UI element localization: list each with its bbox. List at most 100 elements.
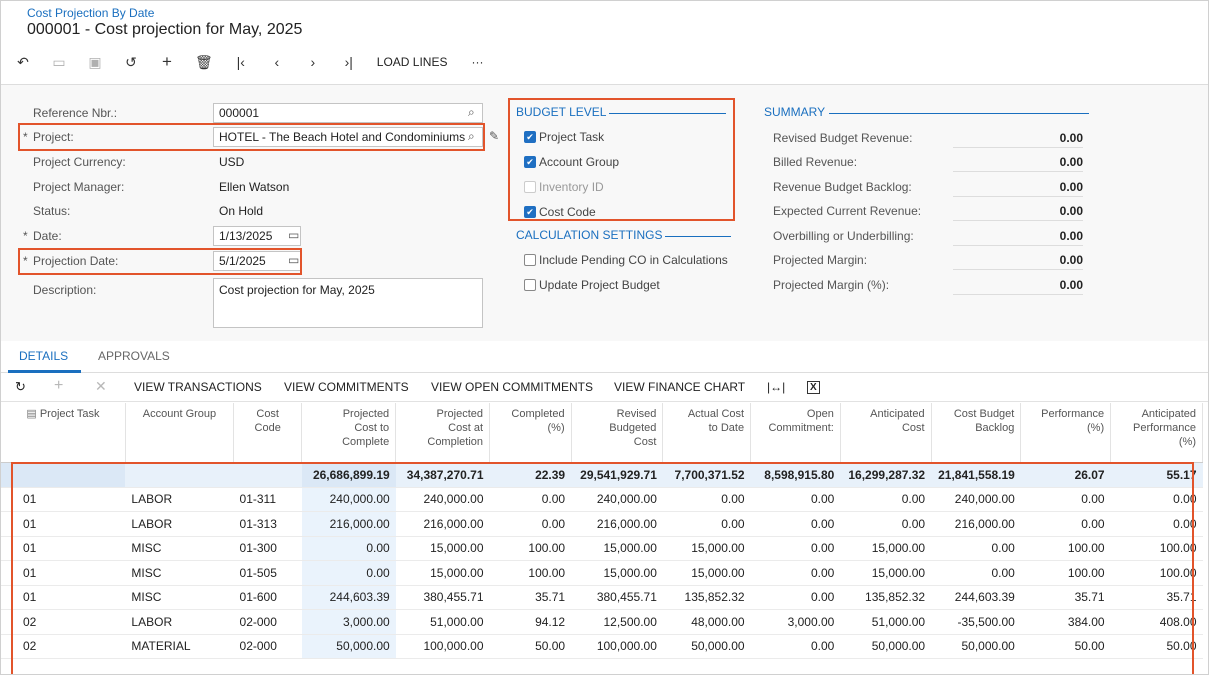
first-record-icon[interactable]: |‹: [233, 52, 249, 72]
reference-nbr-field[interactable]: 000001: [213, 103, 483, 123]
grid-cell[interactable]: 35.71: [489, 585, 572, 610]
refresh-icon[interactable]: ↻: [15, 379, 26, 395]
grid-cell[interactable]: 240,000.00: [395, 487, 490, 512]
grid-cell[interactable]: 15,000.00: [662, 536, 751, 561]
grid-cell[interactable]: 01: [1, 487, 126, 512]
grid-cell[interactable]: 100.00: [1020, 536, 1111, 561]
add-row-icon[interactable]: +: [54, 377, 63, 395]
grid-cell[interactable]: 240,000.00: [931, 487, 1021, 512]
grid-cell[interactable]: 02-000: [233, 609, 302, 635]
grid-cell[interactable]: 0.00: [750, 536, 841, 561]
delete-icon[interactable]: 🗑: [195, 52, 213, 72]
grid-cell[interactable]: 100.00: [1110, 560, 1203, 586]
grid-cell[interactable]: 34,387,270.71: [395, 462, 490, 488]
view-commitments-button[interactable]: VIEW COMMITMENTS: [284, 380, 409, 394]
grid-cell[interactable]: [1, 462, 126, 488]
search-icon[interactable]: ⌕: [468, 105, 475, 120]
add-icon[interactable]: +: [159, 52, 175, 72]
grid-cell[interactable]: [233, 462, 302, 488]
grid-cell[interactable]: 35.71: [1020, 585, 1111, 610]
grid-cell[interactable]: LABOR: [125, 511, 234, 537]
save-close-icon[interactable]: ▭: [51, 52, 67, 72]
grid-cell[interactable]: 16,299,287.32: [840, 462, 932, 488]
grid-cell[interactable]: 02: [1, 634, 126, 659]
grid-cell[interactable]: 8,598,915.80: [750, 462, 841, 488]
grid-cell[interactable]: 240,000.00: [301, 487, 396, 512]
totals-row[interactable]: 26,686,899.19 34,387,270.71 22.39 29,541,92…: [1, 462, 1203, 488]
column-header[interactable]: Cost Code: [233, 403, 303, 463]
grid-cell[interactable]: 0.00: [662, 511, 751, 537]
grid-cell[interactable]: 384.00: [1020, 609, 1111, 635]
column-header[interactable]: Cost Budget Backlog: [931, 403, 1022, 463]
column-header[interactable]: Actual Cost to Date: [662, 403, 752, 463]
update-project-budget-checkbox[interactable]: Update Project Budget: [524, 278, 660, 292]
delete-row-icon[interactable]: ✕: [95, 378, 107, 395]
grid-cell[interactable]: 50,000.00: [301, 634, 396, 659]
grid-cell[interactable]: 01-313: [233, 511, 302, 537]
grid-cell[interactable]: 26,686,899.19: [301, 462, 396, 488]
grid-cell[interactable]: 380,455.71: [395, 585, 490, 610]
description-field[interactable]: Cost projection for May, 2025: [213, 278, 483, 328]
column-header[interactable]: Projected Cost to Complete: [301, 403, 397, 463]
grid-cell[interactable]: 0.00: [1020, 511, 1111, 537]
grid-cell[interactable]: MISC: [125, 560, 234, 586]
grid-cell[interactable]: 0.00: [1110, 487, 1203, 512]
grid-cell[interactable]: MISC: [125, 585, 234, 610]
grid-cell[interactable]: 0.00: [750, 634, 841, 659]
grid-cell[interactable]: 100.00: [1110, 536, 1203, 561]
more-menu-icon[interactable]: ···: [471, 55, 483, 69]
grid-cell[interactable]: MATERIAL: [125, 634, 234, 659]
grid-cell[interactable]: 50.00: [489, 634, 572, 659]
edit-pencil-icon[interactable]: ✎: [489, 129, 499, 143]
grid-cell[interactable]: 26.07: [1020, 462, 1111, 488]
grid-cell[interactable]: 244,603.39: [301, 585, 396, 610]
view-open-commitments-button[interactable]: VIEW OPEN COMMITMENTS: [431, 380, 593, 394]
grid-cell[interactable]: 100.00: [489, 536, 572, 561]
column-header[interactable]: Anticipated Performance (%): [1110, 403, 1203, 463]
column-header[interactable]: Performance (%): [1020, 403, 1112, 463]
grid-cell[interactable]: 100.00: [489, 560, 572, 586]
previous-record-icon[interactable]: ‹: [269, 52, 285, 72]
grid-cell[interactable]: 50,000.00: [840, 634, 932, 659]
grid-cell[interactable]: 15,000.00: [395, 536, 490, 561]
table-row[interactable]: 01 LABOR 01-311 240,000.00 240,000.00 0.00 240…: [1, 487, 1203, 512]
grid-cell[interactable]: 3,000.00: [301, 609, 396, 635]
tab-approvals[interactable]: APPROVALS: [98, 349, 170, 363]
grid-cell[interactable]: 408.00: [1110, 609, 1203, 635]
table-row[interactable]: 02 MATERIAL 02-000 50,000.00 100,000.00 50.00…: [1, 634, 1203, 659]
column-header[interactable]: Revised Budgeted Cost: [571, 403, 664, 463]
grid-cell[interactable]: 240,000.00: [571, 487, 663, 512]
grid-cell[interactable]: 50.00: [1020, 634, 1111, 659]
table-row[interactable]: 02 LABOR 02-000 3,000.00 51,000.00 94.12 12,50…: [1, 609, 1203, 635]
grid-cell[interactable]: 15,000.00: [395, 560, 490, 586]
grid-cell[interactable]: 216,000.00: [395, 511, 490, 537]
grid-cell[interactable]: 15,000.00: [571, 560, 663, 586]
grid-cell[interactable]: MISC: [125, 536, 234, 561]
grid-cell[interactable]: 244,603.39: [931, 585, 1021, 610]
grid-cell[interactable]: 135,852.32: [840, 585, 932, 610]
grid-cell[interactable]: 0.00: [662, 487, 751, 512]
grid-cell[interactable]: 0.00: [1110, 511, 1203, 537]
grid-cell[interactable]: 01: [1, 560, 126, 586]
grid-cell[interactable]: 01: [1, 536, 126, 561]
back-icon[interactable]: ↶: [15, 52, 31, 72]
load-lines-button[interactable]: LOAD LINES: [377, 55, 448, 69]
undo-icon[interactable]: ↺: [123, 52, 139, 72]
grid-cell[interactable]: 0.00: [489, 487, 572, 512]
grid-cell[interactable]: 01-311: [233, 487, 302, 512]
save-icon[interactable]: ▣: [87, 52, 103, 72]
grid-cell[interactable]: 48,000.00: [662, 609, 751, 635]
grid-cell[interactable]: 50,000.00: [662, 634, 751, 659]
column-header[interactable]: Anticipated Cost: [840, 403, 932, 463]
grid-cell[interactable]: 50,000.00: [931, 634, 1021, 659]
grid-cell[interactable]: 0.00: [840, 511, 932, 537]
grid-cell[interactable]: 94.12: [489, 609, 572, 635]
grid-cell[interactable]: 50.00: [1110, 634, 1203, 659]
grid-cell[interactable]: 15,000.00: [840, 560, 932, 586]
grid-cell[interactable]: 51,000.00: [395, 609, 490, 635]
grid-cell[interactable]: 01-600: [233, 585, 302, 610]
grid-cell[interactable]: 135,852.32: [662, 585, 751, 610]
grid-cell[interactable]: 01: [1, 585, 126, 610]
last-record-icon[interactable]: ›|: [341, 52, 357, 72]
grid-cell[interactable]: 100.00: [1020, 560, 1111, 586]
